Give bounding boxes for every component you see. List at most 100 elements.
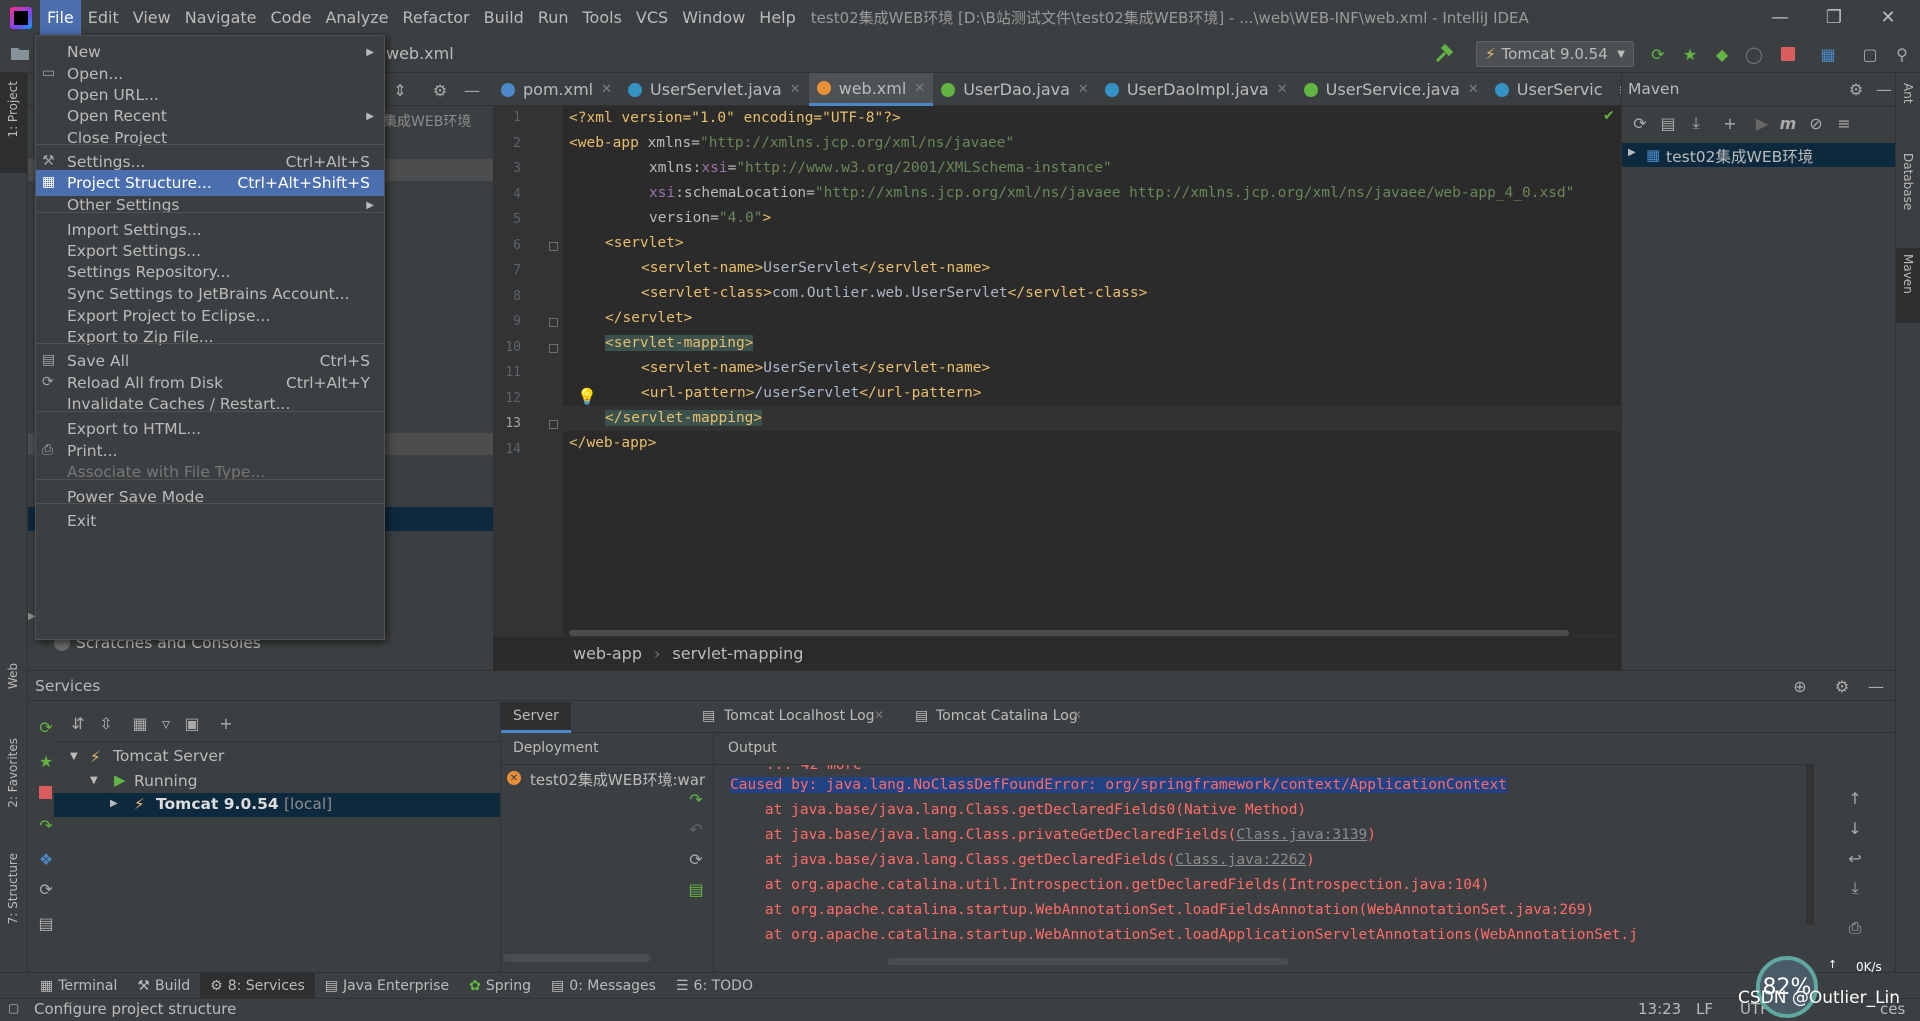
close-icon[interactable]: ✕	[601, 82, 612, 97]
lightbulb-icon[interactable]: 💡	[577, 387, 597, 406]
layout-icon[interactable]: ▢	[8, 1001, 19, 1015]
layout-icon[interactable]: ▢	[1858, 42, 1882, 66]
add-icon[interactable]: +	[1718, 111, 1742, 135]
caret-position[interactable]: 13:23	[1638, 1000, 1681, 1018]
undeploy-icon[interactable]: ↶	[684, 817, 708, 841]
group-icon[interactable]: ▦	[128, 711, 152, 735]
line-separator[interactable]: LF	[1696, 1000, 1713, 1018]
structure-tool-tab[interactable]: 7: Structure	[6, 853, 20, 924]
crosshair-icon[interactable]: ⊕	[1788, 674, 1812, 698]
fold-marker-icon[interactable]	[549, 343, 558, 353]
close-icon[interactable]: ✕	[1072, 708, 1082, 722]
code-editor[interactable]: <?xml version="1.0" encoding="UTF-8"?> <…	[563, 106, 1621, 636]
hide-icon[interactable]: —	[1864, 674, 1888, 698]
debug-icon[interactable]: ★	[1678, 42, 1702, 66]
menu-window[interactable]: Window	[675, 0, 752, 35]
show-dependencies-icon[interactable]: ≡	[1832, 111, 1856, 135]
folder-icon[interactable]	[10, 44, 30, 62]
run-config-selector[interactable]: ⚡ Tomcat 9.0.54 ▼	[1476, 41, 1634, 67]
tab-userservice-java[interactable]: UserService.java ✕	[1296, 73, 1487, 106]
gear-icon[interactable]: ⚙	[1844, 77, 1868, 101]
console-output[interactable]: ... 42 more Caused by: java.lang.NoClass…	[728, 765, 1808, 955]
project-structure-icon[interactable]: ▦	[1816, 42, 1840, 66]
expand-all-icon[interactable]: ⇵	[66, 711, 90, 735]
breadcrumb-item[interactable]: web-app	[573, 644, 642, 663]
rerun-icon[interactable]: ⟳	[34, 715, 58, 739]
menu-navigate[interactable]: Navigate	[178, 0, 264, 35]
close-icon[interactable]: ✕	[790, 82, 801, 97]
close-icon[interactable]: ✕	[1468, 82, 1479, 97]
stop-icon[interactable]	[39, 786, 52, 799]
file-menu-export-to-zip-file[interactable]: Export to Zip File...	[36, 324, 384, 350]
breadcrumb-item[interactable]: servlet-mapping	[672, 644, 803, 663]
reload-icon[interactable]: ⟳	[1628, 111, 1652, 135]
database-tool-tab[interactable]: Database	[1901, 153, 1915, 210]
run-icon[interactable]: ▶	[1750, 111, 1774, 135]
file-menu-invalidate-caches-restart[interactable]: Invalidate Caches / Restart...	[36, 391, 384, 417]
profile-icon[interactable]: ◯	[1742, 42, 1766, 66]
web-tool-tab[interactable]: Web	[6, 663, 20, 689]
services-tool-tab[interactable]: ⚙ 8: Services	[200, 972, 315, 999]
menu-refactor[interactable]: Refactor	[396, 0, 477, 35]
nav-file-name[interactable]: web.xml	[386, 44, 454, 63]
ant-tool-tab[interactable]: Ant	[1901, 83, 1915, 104]
soft-wrap-icon[interactable]: ↩	[1843, 846, 1867, 870]
todo-tool-tab[interactable]: ☰ 6: TODO	[666, 973, 763, 999]
maven-goal-icon[interactable]: m	[1776, 111, 1800, 135]
terminal-tool-tab[interactable]: ▦ Terminal	[30, 973, 127, 999]
file-menu-other-settings[interactable]: Other Settings ▶	[36, 192, 384, 218]
deploy-icon[interactable]: ↷	[684, 787, 708, 811]
menu-vcs[interactable]: VCS	[629, 0, 675, 35]
messages-tool-tab[interactable]: ▤ 0: Messages	[541, 973, 666, 999]
arrow-down-icon[interactable]: ↓	[1843, 816, 1867, 840]
search-icon[interactable]: ⚲	[1890, 42, 1914, 66]
vertical-scrollbar[interactable]	[1806, 765, 1814, 925]
skip-tests-icon[interactable]: ⊘	[1804, 111, 1828, 135]
new-tab-icon[interactable]: ▣	[180, 711, 204, 735]
layout-icon[interactable]: ▤	[34, 911, 58, 935]
favorites-tool-tab[interactable]: 2: Favorites	[6, 738, 20, 808]
tab-catalina-log[interactable]: Tomcat Catalina Log	[936, 708, 1078, 724]
tomcat-instance-row[interactable]: ▶ ⚡ Tomcat 9.0.54 [local]	[54, 793, 500, 817]
tab-server[interactable]: Server	[501, 702, 571, 733]
arrow-up-icon[interactable]: ↑	[1843, 786, 1867, 810]
file-menu-exit[interactable]: Exit	[36, 508, 384, 534]
build-hammer-icon[interactable]	[1434, 44, 1454, 64]
chevron-down-icon[interactable]: ▼	[90, 775, 98, 786]
spring-tool-tab[interactable]: ✿ Spring	[459, 973, 541, 999]
tab-userservic[interactable]: UserServic	[1487, 73, 1611, 106]
build-tool-tab[interactable]: ⚒ Build	[127, 973, 200, 999]
refresh-icon[interactable]: ⟳	[34, 877, 58, 901]
collapse-all-icon[interactable]: ⇳	[94, 711, 118, 735]
coverage-icon[interactable]: ◆	[1710, 42, 1734, 66]
chevron-down-icon[interactable]: ▼	[70, 751, 78, 762]
refresh-icon[interactable]: ⟳	[684, 847, 708, 871]
tab-web-xml[interactable]: web.xml ✕	[808, 73, 934, 106]
debug-icon[interactable]: ★	[34, 749, 58, 773]
horizontal-scrollbar[interactable]	[503, 954, 651, 962]
rerun-icon[interactable]: ⟳	[1646, 42, 1670, 66]
running-node[interactable]: Running	[134, 772, 198, 790]
fold-marker-icon[interactable]	[549, 420, 558, 429]
java-enterprise-tool-tab[interactable]: ▤ Java Enterprise	[315, 973, 459, 999]
project-root-partial-label[interactable]: 集成WEB环境	[383, 111, 471, 131]
menu-tools[interactable]: Tools	[576, 0, 629, 35]
deployment-artifact[interactable]: test02集成WEB环境:war exp	[530, 769, 710, 790]
project-tool-tab[interactable]: 1: Project	[0, 73, 27, 173]
file-menu-power-save-mode[interactable]: Power Save Mode	[36, 484, 384, 510]
menu-run[interactable]: Run	[531, 0, 576, 35]
close-icon[interactable]: ✕	[1277, 82, 1288, 97]
tab-userservlet-java[interactable]: UserServlet.java ✕	[620, 73, 809, 106]
horizontal-scrollbar[interactable]	[888, 958, 1288, 965]
file-menu-close-project[interactable]: Close Project	[36, 125, 384, 151]
collapse-icon[interactable]: ⇕	[388, 78, 412, 102]
print-icon[interactable]: ⎙	[1843, 916, 1867, 940]
hide-icon[interactable]: —	[460, 78, 484, 102]
menu-file[interactable]: File	[40, 0, 81, 35]
maven-tool-tab[interactable]: Maven	[1896, 248, 1920, 323]
gear-icon[interactable]: ⚙	[1830, 674, 1854, 698]
add-service-icon[interactable]: +	[214, 711, 238, 735]
menu-edit[interactable]: Edit	[81, 0, 126, 35]
tab-pom-xml[interactable]: pom.xml ✕	[493, 73, 620, 106]
menu-build[interactable]: Build	[477, 0, 531, 35]
